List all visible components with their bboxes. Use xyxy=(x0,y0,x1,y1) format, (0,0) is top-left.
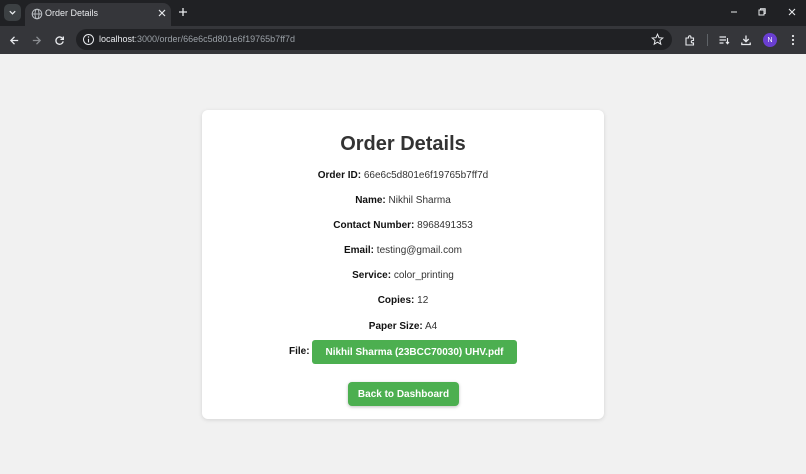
browser-toolbar: localhost:3000/order/66e6c5d801e6f19765b… xyxy=(0,26,806,54)
arrow-right-icon xyxy=(32,35,41,45)
order-id-label: Order ID: xyxy=(317,170,362,181)
contact-label: Contact Number: xyxy=(333,220,415,231)
copies-value: 12 xyxy=(417,295,429,306)
tab-close-button[interactable] xyxy=(156,7,168,19)
arrow-left-icon xyxy=(9,35,18,45)
bookmark-star-icon[interactable] xyxy=(651,33,664,46)
paper-size-row: Paper Size: A4 xyxy=(202,321,604,332)
page-body: Order Details Order ID: 66e6c5d801e6f197… xyxy=(0,54,806,474)
puzzle-icon xyxy=(685,35,695,46)
tab-order-details[interactable]: Order Details xyxy=(25,3,171,26)
url-path: :3000/order/66e6c5d801e6f19765b7ff7d xyxy=(134,34,296,44)
download-icon xyxy=(741,35,751,46)
chevron-down-icon xyxy=(9,10,16,15)
downloads-button[interactable] xyxy=(738,32,754,48)
file-row: File: Nikhil Sharma (23BCC70030) UHV.pdf xyxy=(202,340,604,364)
site-info-icon[interactable] xyxy=(82,33,95,46)
close-icon xyxy=(788,8,796,16)
name-value: Nikhil Sharma xyxy=(388,195,451,206)
paper-size-value: A4 xyxy=(424,321,438,332)
forward-nav-button[interactable] xyxy=(28,32,44,48)
reading-list-button[interactable] xyxy=(716,32,732,48)
contact-row: Contact Number: 8968491353 xyxy=(202,220,604,231)
order-id-row: Order ID: 66e6c5d801e6f19765b7ff7d xyxy=(202,170,604,181)
email-label: Email: xyxy=(344,245,375,256)
contact-value: 8968491353 xyxy=(417,220,473,231)
extensions-button[interactable] xyxy=(682,32,698,48)
plus-icon xyxy=(179,8,187,16)
copies-row: Copies: 12 xyxy=(202,295,604,306)
reload-icon xyxy=(54,35,64,45)
order-id-value: 66e6c5d801e6f19765b7ff7d xyxy=(363,170,489,181)
service-label: Service: xyxy=(352,270,392,281)
address-url[interactable]: localhost:3000/order/66e6c5d801e6f19765b… xyxy=(99,34,295,44)
new-tab-button[interactable] xyxy=(176,5,190,19)
service-value: color_printing xyxy=(393,270,454,281)
browser-menu-button[interactable] xyxy=(785,32,801,48)
tab-search-button[interactable] xyxy=(4,4,21,21)
restore-button[interactable] xyxy=(755,5,769,19)
name-row: Name: Nikhil Sharma xyxy=(202,195,604,206)
globe-icon xyxy=(31,8,43,20)
minimize-icon xyxy=(731,11,737,13)
close-icon xyxy=(158,9,166,17)
back-to-dashboard-button[interactable]: Back to Dashboard xyxy=(348,382,459,406)
page-title: Order Details xyxy=(340,133,466,155)
email-row: Email: testing@gmail.com xyxy=(202,245,604,256)
tab-title: Order Details xyxy=(45,8,99,18)
file-label: File: xyxy=(289,346,310,357)
name-label: Name: xyxy=(355,195,386,206)
toolbar-divider xyxy=(707,34,708,46)
url-host: localhost xyxy=(99,34,135,44)
address-bar[interactable]: localhost:3000/order/66e6c5d801e6f19765b… xyxy=(76,29,672,50)
close-window-button[interactable] xyxy=(785,5,799,19)
file-download-button[interactable]: Nikhil Sharma (23BCC70030) UHV.pdf xyxy=(312,340,517,364)
kebab-menu-icon xyxy=(791,34,795,46)
service-row: Service: color_printing xyxy=(202,270,604,281)
restore-icon xyxy=(758,8,766,16)
email-value: testing@gmail.com xyxy=(376,245,462,256)
paper-size-label: Paper Size: xyxy=(368,321,423,332)
reload-button[interactable] xyxy=(51,32,67,48)
copies-label: Copies: xyxy=(377,295,415,306)
playlist-icon xyxy=(719,36,730,45)
order-details-card: Order Details Order ID: 66e6c5d801e6f197… xyxy=(202,110,604,419)
tab-strip: Order Details xyxy=(0,0,806,26)
minimize-button[interactable] xyxy=(727,5,741,19)
back-nav-button[interactable] xyxy=(6,32,22,48)
profile-avatar[interactable]: N xyxy=(763,33,777,47)
